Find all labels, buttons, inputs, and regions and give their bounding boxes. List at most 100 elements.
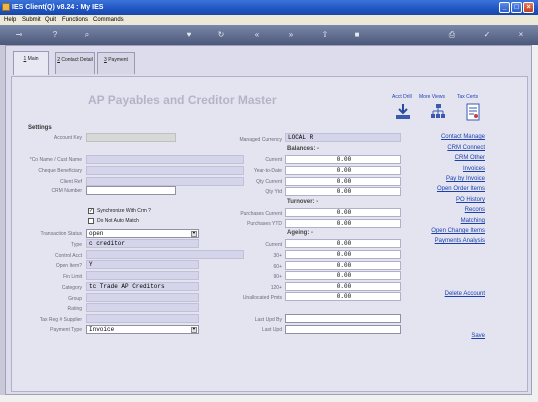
close-button[interactable]: × <box>523 2 534 13</box>
ageing-30-value: 0.00 <box>285 250 401 259</box>
title-bar: IES Client(Q) v8.24 : My IES _ □ × <box>0 0 538 15</box>
delete-account-link[interactable]: Delete Account <box>445 291 485 297</box>
window-title: IES Client(Q) v8.24 : My IES <box>12 4 104 11</box>
crm-number-label: CRM Number <box>51 188 82 194</box>
invoices-link[interactable]: Invoices <box>463 166 485 172</box>
unallocated-value: 0.00 <box>285 292 401 301</box>
menu-submit[interactable]: Submit <box>22 17 41 23</box>
menu-quit[interactable]: Quit <box>45 17 56 23</box>
last-upd-label: Last Upd <box>261 327 282 333</box>
recons-link[interactable]: Recons <box>465 207 485 213</box>
tax-reg-input[interactable] <box>86 314 199 323</box>
sync-crm-checkbox[interactable]: ✓ <box>88 208 94 214</box>
pay-by-invoice-link[interactable]: Pay by Invoice <box>446 176 485 182</box>
search-icon[interactable]: ⌕ <box>82 29 92 41</box>
acct-drill-label[interactable]: Acct Drill <box>392 94 412 100</box>
qty-current-label: Qty Current <box>256 179 282 185</box>
confirm-icon[interactable]: ✓ <box>482 29 492 41</box>
type-label: Type <box>71 242 82 248</box>
crm-other-link[interactable]: CRM Other <box>455 155 485 161</box>
maximize-button[interactable]: □ <box>511 2 522 13</box>
matching-link[interactable]: Matching <box>461 218 485 224</box>
chevron-down-icon: ▼ <box>191 327 197 333</box>
open-item-input[interactable]: Y <box>86 260 199 269</box>
refresh-icon[interactable]: ↻ <box>216 29 226 41</box>
payment-type-value: Invoice <box>89 326 115 333</box>
hierarchy-icon[interactable] <box>430 103 446 121</box>
tab-payment-num: 3 <box>104 57 107 63</box>
ageing-60-label: 60+ <box>273 264 282 270</box>
balance-current-label: Current <box>265 157 282 163</box>
account-key-input[interactable] <box>86 133 176 142</box>
settings-heading: Settings <box>28 125 52 131</box>
payment-type-select[interactable]: Invoice ▼ <box>86 325 199 334</box>
category-label: Category <box>61 285 82 291</box>
last-upd-input <box>285 325 401 334</box>
tab-payment[interactable]: 3 Payment <box>97 52 135 74</box>
rewind-icon[interactable]: « <box>252 29 262 41</box>
ageing-120-label: 120+ <box>270 285 282 291</box>
balance-current-value: 0.00 <box>285 155 401 164</box>
category-input[interactable]: tc Trade AP Creditors <box>86 282 199 291</box>
tax-certs-label[interactable]: Tax Certs <box>457 94 478 100</box>
purchases-current-label: Purchases Current <box>240 211 282 217</box>
contact-manage-link[interactable]: Contact Manage <box>441 134 485 140</box>
balance-ytd-label: Year-to-Date <box>253 168 282 174</box>
minimize-button[interactable]: _ <box>499 2 510 13</box>
help-icon[interactable]: ? <box>50 29 60 41</box>
group-label: Group <box>68 296 82 302</box>
menu-commands[interactable]: Commands <box>93 17 124 23</box>
transaction-status-label: Transaction Status <box>40 231 82 237</box>
group-input[interactable] <box>86 293 199 302</box>
payments-analysis-link[interactable]: Payments Analysis <box>435 238 485 244</box>
key-icon[interactable]: ⊸ <box>8 29 30 41</box>
transaction-status-select[interactable]: open ▼ <box>86 229 199 238</box>
download-icon[interactable] <box>395 103 411 121</box>
save-link[interactable]: Save <box>471 333 485 339</box>
forward-icon[interactable]: » <box>286 29 296 41</box>
cancel-icon[interactable]: × <box>516 29 526 41</box>
type-input[interactable]: c creditor <box>86 239 199 248</box>
crm-connect-link[interactable]: CRM Connect <box>447 145 485 151</box>
qty-current-value: 0.00 <box>285 177 401 186</box>
tab-contact-detail[interactable]: 2 Contact Detail <box>55 52 95 74</box>
open-change-items-link[interactable]: Open Change Items <box>431 228 485 234</box>
qty-ytd-value: 0.00 <box>285 187 401 196</box>
tab-main-label: Main <box>27 56 39 62</box>
no-auto-match-checkbox[interactable] <box>88 218 94 224</box>
export-icon[interactable]: ⇧ <box>320 29 330 41</box>
managed-currency-label: Managed Currency <box>239 137 282 143</box>
chevron-down-icon: ▼ <box>191 231 197 237</box>
ageing-90-label: 90+ <box>273 274 282 280</box>
open-order-items-link[interactable]: Open Order Items <box>437 186 485 192</box>
more-views-label[interactable]: More Views <box>419 94 445 100</box>
toolbar: ⊸ ? ⌕ ♥ ↻ « » ⇧ ■ ⎙ ✓ × <box>0 25 538 45</box>
rating-input[interactable] <box>86 303 199 312</box>
heart-icon[interactable]: ♥ <box>184 29 194 41</box>
po-history-link[interactable]: PO History <box>456 197 485 203</box>
menu-functions[interactable]: Functions <box>62 17 88 23</box>
co-name-label: *Co Name / Cust Name <box>29 157 82 163</box>
ageing-90-value: 0.00 <box>285 271 401 280</box>
control-acct-label: Control Acct <box>55 253 82 259</box>
payment-type-label: Payment Type <box>50 327 82 333</box>
print-icon[interactable]: ⎙ <box>447 29 457 41</box>
cheque-beneficiary-label: Cheque Beneficiary <box>38 168 82 174</box>
ageing-60-value: 0.00 <box>285 261 401 270</box>
certificate-icon[interactable] <box>465 103 481 121</box>
managed-currency-input[interactable]: LOCAL R <box>285 133 401 142</box>
tab-payment-label: Payment <box>108 57 128 63</box>
stop-icon[interactable]: ■ <box>352 29 362 41</box>
crm-number-input[interactable] <box>86 186 176 195</box>
page-title: AP Payables and Creditor Master <box>88 93 277 107</box>
ageing-current-label: Current <box>265 242 282 248</box>
ageing-heading: Ageing: - <box>287 230 313 236</box>
open-item-label: Open Item? <box>55 263 82 269</box>
no-auto-match-label: Do Not Auto Match <box>97 218 139 224</box>
menu-help[interactable]: Help <box>4 17 16 23</box>
purchases-ytd-value: 0.00 <box>285 219 401 228</box>
last-upd-by-label: Last Upd By <box>254 317 282 323</box>
fin-limit-input[interactable] <box>86 271 199 280</box>
balances-heading: Balances: - <box>287 146 320 152</box>
tab-main[interactable]: 1 Main <box>13 51 49 75</box>
